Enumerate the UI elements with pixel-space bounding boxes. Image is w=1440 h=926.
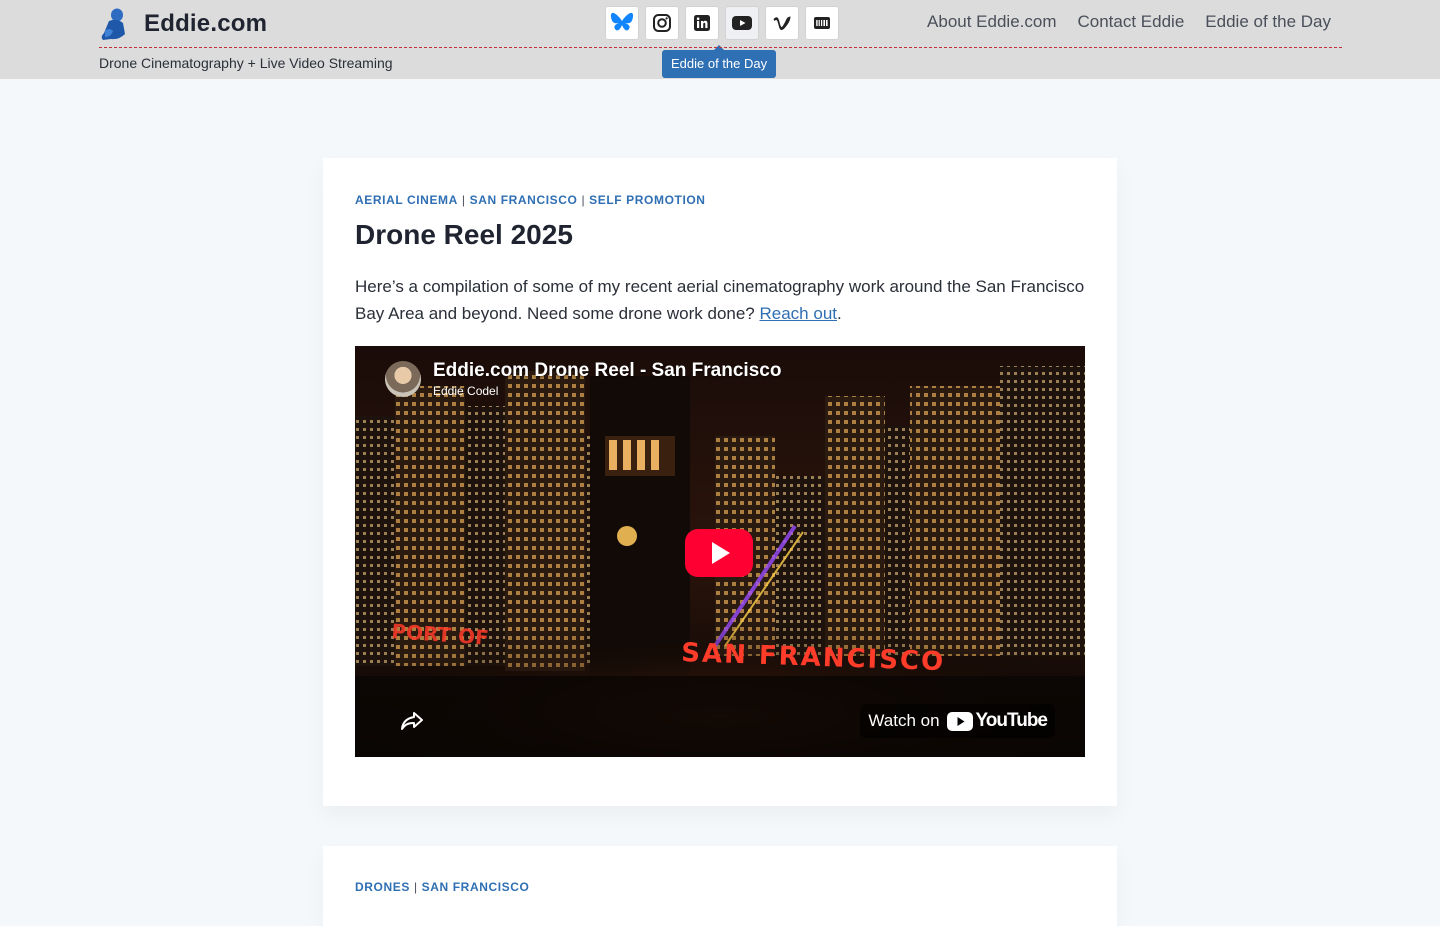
share-button[interactable]	[388, 702, 436, 740]
play-button[interactable]	[685, 529, 753, 577]
video-channel[interactable]: Eddie Codel	[433, 384, 781, 398]
post-categories: DRONES | SAN FRANCISCO	[355, 880, 529, 894]
vimeo-icon	[773, 16, 791, 31]
site-tagline: Drone Cinematography + Live Video Stream…	[99, 55, 393, 71]
tooltip: Eddie of the Day	[662, 45, 777, 78]
linkedin-icon	[694, 15, 710, 31]
post-title[interactable]: Drone Reel 2025	[355, 219, 573, 251]
instagram-link[interactable]	[645, 6, 679, 40]
video-title[interactable]: Eddie.com Drone Reel - San Francisco	[433, 360, 781, 382]
category-separator: |	[461, 193, 466, 207]
site-header: Eddie.com Eddie of the Day About Eddie.c…	[0, 0, 1440, 79]
category-separator: |	[413, 880, 418, 894]
instagram-icon	[653, 14, 671, 32]
youtube-play-icon	[946, 711, 973, 731]
social-links	[605, 6, 839, 40]
site-title[interactable]: Eddie.com	[144, 10, 267, 38]
watch-on-label: Watch on	[868, 711, 940, 730]
post-categories: AERIAL CINEMA | SAN FRANCISCO | SELF PROMOTI…	[355, 193, 706, 207]
linkedin-link[interactable]	[685, 6, 719, 40]
category-separator: |	[581, 193, 586, 207]
youtube-wordmark: YouTube	[975, 710, 1048, 731]
category-link[interactable]: SAN FRANCISCO	[422, 880, 530, 894]
site-brand[interactable]: Eddie.com	[99, 6, 267, 42]
post-card: DRONES | SAN FRANCISCO	[323, 846, 1117, 926]
category-link[interactable]: SELF PROMOTION	[589, 193, 705, 207]
excerpt-text: Here’s a compilation of some of my recen…	[355, 277, 1085, 323]
category-link[interactable]: SAN FRANCISCO	[470, 193, 578, 207]
header-divider	[99, 47, 1342, 48]
nav-item-about[interactable]: About Eddie.com	[927, 12, 1056, 32]
channel-avatar[interactable]	[385, 361, 421, 397]
youtube-link[interactable]	[725, 6, 759, 40]
category-link[interactable]: DRONES	[355, 880, 410, 894]
video-header: Eddie.com Drone Reel - San Francisco Edd…	[385, 360, 781, 398]
post-card: AERIAL CINEMA | SAN FRANCISCO | SELF PROMOTI…	[323, 158, 1117, 806]
youtube-icon	[732, 16, 752, 30]
butterfly-icon	[610, 12, 634, 31]
post-excerpt: Here’s a compilation of some of my recen…	[355, 273, 1090, 327]
main-nav: About Eddie.com Contact Eddie Eddie of t…	[927, 12, 1331, 32]
excerpt-end: .	[837, 304, 842, 323]
vimeo-link[interactable]	[765, 6, 799, 40]
eddie-logo-icon	[101, 8, 125, 40]
nav-item-eddie-of-the-day[interactable]: Eddie of the Day	[1205, 12, 1331, 32]
watch-on-youtube-button[interactable]: Watch on YouTube	[860, 704, 1055, 738]
bluesky-link[interactable]	[605, 6, 639, 40]
imdb-icon	[814, 17, 830, 29]
category-link[interactable]: AERIAL CINEMA	[355, 193, 458, 207]
nav-item-contact[interactable]: Contact Eddie	[1078, 12, 1185, 32]
youtube-logo: YouTube	[946, 710, 1048, 732]
imdb-link[interactable]	[805, 6, 839, 40]
reach-out-link[interactable]: Reach out	[760, 304, 838, 323]
share-icon	[401, 712, 423, 730]
youtube-embed[interactable]: PORT OF SAN FRANCISCO Eddie.com Drone Re…	[355, 346, 1085, 757]
